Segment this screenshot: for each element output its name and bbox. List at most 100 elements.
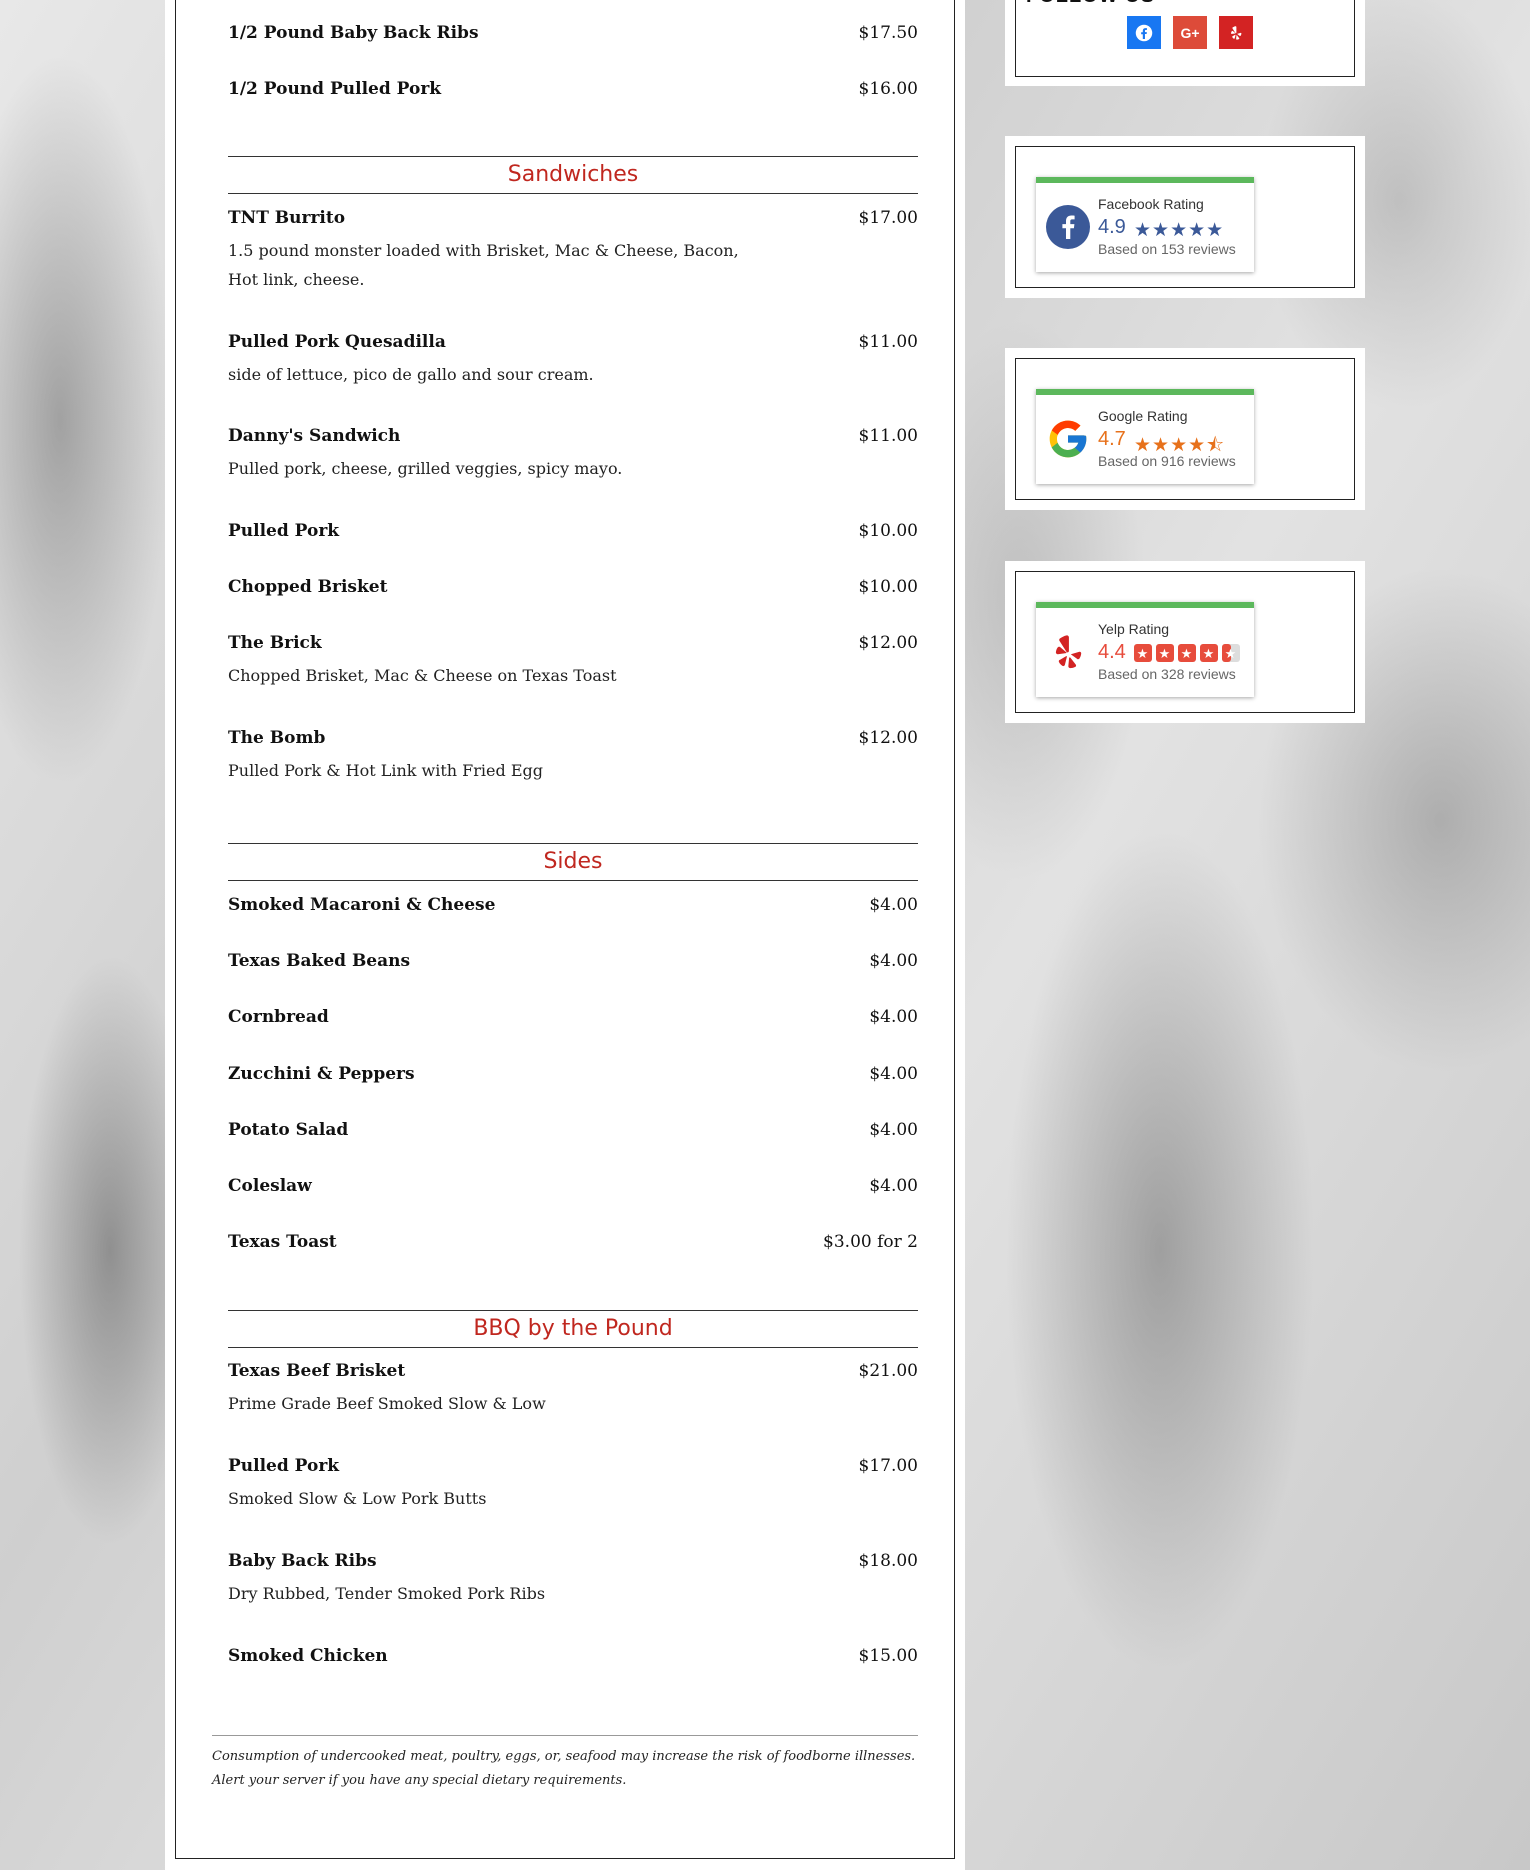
item-description: Prime Grade Beef Smoked Slow & Low bbox=[228, 1394, 546, 1413]
menu-item: Smoked Macaroni & Cheese $4.00 bbox=[228, 895, 918, 915]
item-description: side of lettuce, pico de gallo and sour … bbox=[228, 365, 594, 384]
rating-stars: ★★★★★ bbox=[1134, 220, 1225, 241]
item-name: The Brick bbox=[228, 633, 322, 653]
item-name: Coleslaw bbox=[228, 1176, 312, 1196]
section-title: Sandwiches bbox=[507, 162, 639, 187]
item-name: The Bomb bbox=[228, 728, 326, 748]
facebook-rating-badge[interactable]: Facebook Rating 4.9 ★★★★★ Based on 153 r… bbox=[1036, 177, 1254, 272]
item-description: Pulled Pork & Hot Link with Fried Egg bbox=[228, 761, 543, 780]
item-price: $17.00 bbox=[858, 1456, 918, 1476]
item-name: Texas Beef Brisket bbox=[228, 1361, 406, 1381]
item-price: $11.00 bbox=[858, 332, 918, 352]
item-price: $10.00 bbox=[858, 577, 918, 597]
menu-item: Texas Baked Beans $4.00 bbox=[228, 951, 918, 971]
section-title: Sides bbox=[543, 849, 603, 874]
menu-item: TNT Burrito $17.00 1.5 pound monster load… bbox=[228, 208, 918, 294]
item-name: Danny's Sandwich bbox=[228, 426, 401, 446]
item-price: $4.00 bbox=[869, 895, 918, 915]
menu-item: Pulled Pork Quesadilla $11.00 side of let… bbox=[228, 332, 918, 389]
item-price: $15.00 bbox=[858, 1646, 918, 1666]
svg-text:★: ★ bbox=[1203, 646, 1216, 661]
svg-text:★: ★ bbox=[1159, 646, 1172, 661]
rating-reviews: Based on 916 reviews bbox=[1098, 453, 1236, 469]
menu-card-border: 1/2 Pound Baby Back Ribs $17.50 1/2 Pound… bbox=[175, 0, 955, 1859]
yelp-icon bbox=[1231, 25, 1242, 40]
item-price: $12.00 bbox=[858, 633, 918, 653]
item-price: $18.00 bbox=[858, 1551, 918, 1571]
item-price: $17.50 bbox=[858, 23, 918, 43]
item-price: $4.00 bbox=[869, 1064, 918, 1084]
rating-score: 4.7 bbox=[1098, 428, 1126, 450]
item-price: $12.00 bbox=[858, 728, 918, 748]
item-description: Dry Rubbed, Tender Smoked Pork Ribs bbox=[228, 1584, 546, 1603]
section-header-sides: Sides bbox=[228, 843, 918, 881]
item-name: Texas Baked Beans bbox=[228, 951, 411, 971]
item-name: 1/2 Pound Baby Back Ribs bbox=[228, 23, 479, 43]
menu-item: Baby Back Ribs $18.00 Dry Rubbed, Tender … bbox=[228, 1551, 918, 1608]
menu-item: Texas Beef Brisket $21.00 Prime Grade Bee… bbox=[228, 1361, 918, 1418]
yelp-rating-border: Yelp Rating 4.4 ★ ★ ★ ★ ★ Based on 328 r… bbox=[1015, 571, 1355, 713]
allergy-disclaimer: Consumption of undercooked meat, poultry… bbox=[212, 1749, 916, 1788]
item-name: Chopped Brisket bbox=[228, 577, 388, 597]
yelp-logo-icon bbox=[1055, 635, 1082, 669]
google-plus-link[interactable]: G+ bbox=[1173, 16, 1207, 49]
item-price: $16.00 bbox=[858, 79, 918, 99]
item-price: $3.00 for 2 bbox=[823, 1232, 918, 1252]
menu-card: 1/2 Pound Baby Back Ribs $17.50 1/2 Pound… bbox=[165, 0, 965, 1870]
yelp-rating-card: Yelp Rating 4.4 ★ ★ ★ ★ ★ Based on 328 r… bbox=[1005, 561, 1365, 723]
disclaimer-divider bbox=[212, 1735, 918, 1736]
item-description: Chopped Brisket, Mac & Cheese on Texas T… bbox=[228, 666, 617, 685]
svg-text:★: ★ bbox=[1225, 646, 1238, 661]
facebook-link[interactable] bbox=[1127, 16, 1161, 49]
item-name: Cornbread bbox=[228, 1007, 329, 1027]
item-name: Smoked Macaroni & Cheese bbox=[228, 895, 496, 915]
menu-item: Pulled Pork $17.00 Smoked Slow & Low Pork… bbox=[228, 1456, 918, 1513]
menu-item: Coleslaw $4.00 bbox=[228, 1176, 918, 1196]
item-name: Pulled Pork bbox=[228, 1456, 340, 1476]
item-name: Baby Back Ribs bbox=[228, 1551, 377, 1571]
follow-us-title: FOLLOW US bbox=[1026, 0, 1155, 8]
google-logo-icon bbox=[1049, 420, 1087, 458]
menu-item: 1/2 Pound Pulled Pork $16.00 bbox=[228, 79, 918, 99]
item-price: $17.00 bbox=[858, 208, 918, 228]
menu-item: The Brick $12.00 Chopped Brisket, Mac & C… bbox=[228, 633, 918, 690]
item-price: $4.00 bbox=[869, 1176, 918, 1196]
item-price: $11.00 bbox=[858, 426, 918, 446]
item-price: $10.00 bbox=[858, 521, 918, 541]
item-name: Zucchini & Peppers bbox=[228, 1064, 415, 1084]
item-name: Pulled Pork Quesadilla bbox=[228, 332, 446, 352]
item-name: TNT Burrito bbox=[228, 208, 346, 228]
item-price: $21.00 bbox=[858, 1361, 918, 1381]
item-name: Smoked Chicken bbox=[228, 1646, 388, 1666]
item-description: 1.5 pound monster loaded with Brisket, M… bbox=[228, 241, 739, 289]
facebook-rating-border: Facebook Rating 4.9 ★★★★★ Based on 153 r… bbox=[1015, 146, 1355, 288]
item-price: $4.00 bbox=[869, 1007, 918, 1027]
rating-stars: ★ ★ ★ ★ ★ bbox=[1134, 644, 1240, 668]
rating-reviews: Based on 153 reviews bbox=[1098, 241, 1236, 257]
yelp-link[interactable] bbox=[1219, 16, 1253, 49]
follow-us-card: FOLLOW US G+ bbox=[1005, 0, 1365, 86]
item-name: Pulled Pork bbox=[228, 521, 340, 541]
google-rating-badge[interactable]: Google Rating 4.7 ★★★★⯪ Based on 916 rev… bbox=[1036, 389, 1254, 484]
rating-reviews: Based on 328 reviews bbox=[1098, 666, 1236, 682]
item-description: Smoked Slow & Low Pork Butts bbox=[228, 1489, 487, 1508]
yelp-rating-badge[interactable]: Yelp Rating 4.4 ★ ★ ★ ★ ★ Based on 328 r… bbox=[1036, 602, 1254, 697]
item-name: Potato Salad bbox=[228, 1120, 349, 1140]
google-plus-icon: G+ bbox=[1180, 24, 1200, 41]
svg-text:★: ★ bbox=[1181, 646, 1194, 661]
menu-item: Pulled Pork $10.00 bbox=[228, 521, 918, 541]
item-price: $4.00 bbox=[869, 951, 918, 971]
follow-us-border: FOLLOW US G+ bbox=[1015, 0, 1355, 77]
section-header-sandwiches: Sandwiches bbox=[228, 156, 918, 194]
rating-title: Google Rating bbox=[1098, 408, 1188, 424]
rating-score: 4.4 bbox=[1098, 641, 1126, 663]
menu-item: Cornbread $4.00 bbox=[228, 1007, 918, 1027]
google-rating-border: Google Rating 4.7 ★★★★⯪ Based on 916 rev… bbox=[1015, 358, 1355, 500]
facebook-logo-icon bbox=[1046, 205, 1090, 249]
rating-title: Facebook Rating bbox=[1098, 196, 1204, 212]
item-description: Pulled pork, cheese, grilled veggies, sp… bbox=[228, 459, 623, 478]
facebook-rating-card: Facebook Rating 4.9 ★★★★★ Based on 153 r… bbox=[1005, 136, 1365, 298]
section-header-bbq-by-the-pound: BBQ by the Pound bbox=[228, 1310, 918, 1348]
yelp-star-boxes: ★ ★ ★ ★ ★ bbox=[1134, 644, 1240, 662]
item-price: $4.00 bbox=[869, 1120, 918, 1140]
